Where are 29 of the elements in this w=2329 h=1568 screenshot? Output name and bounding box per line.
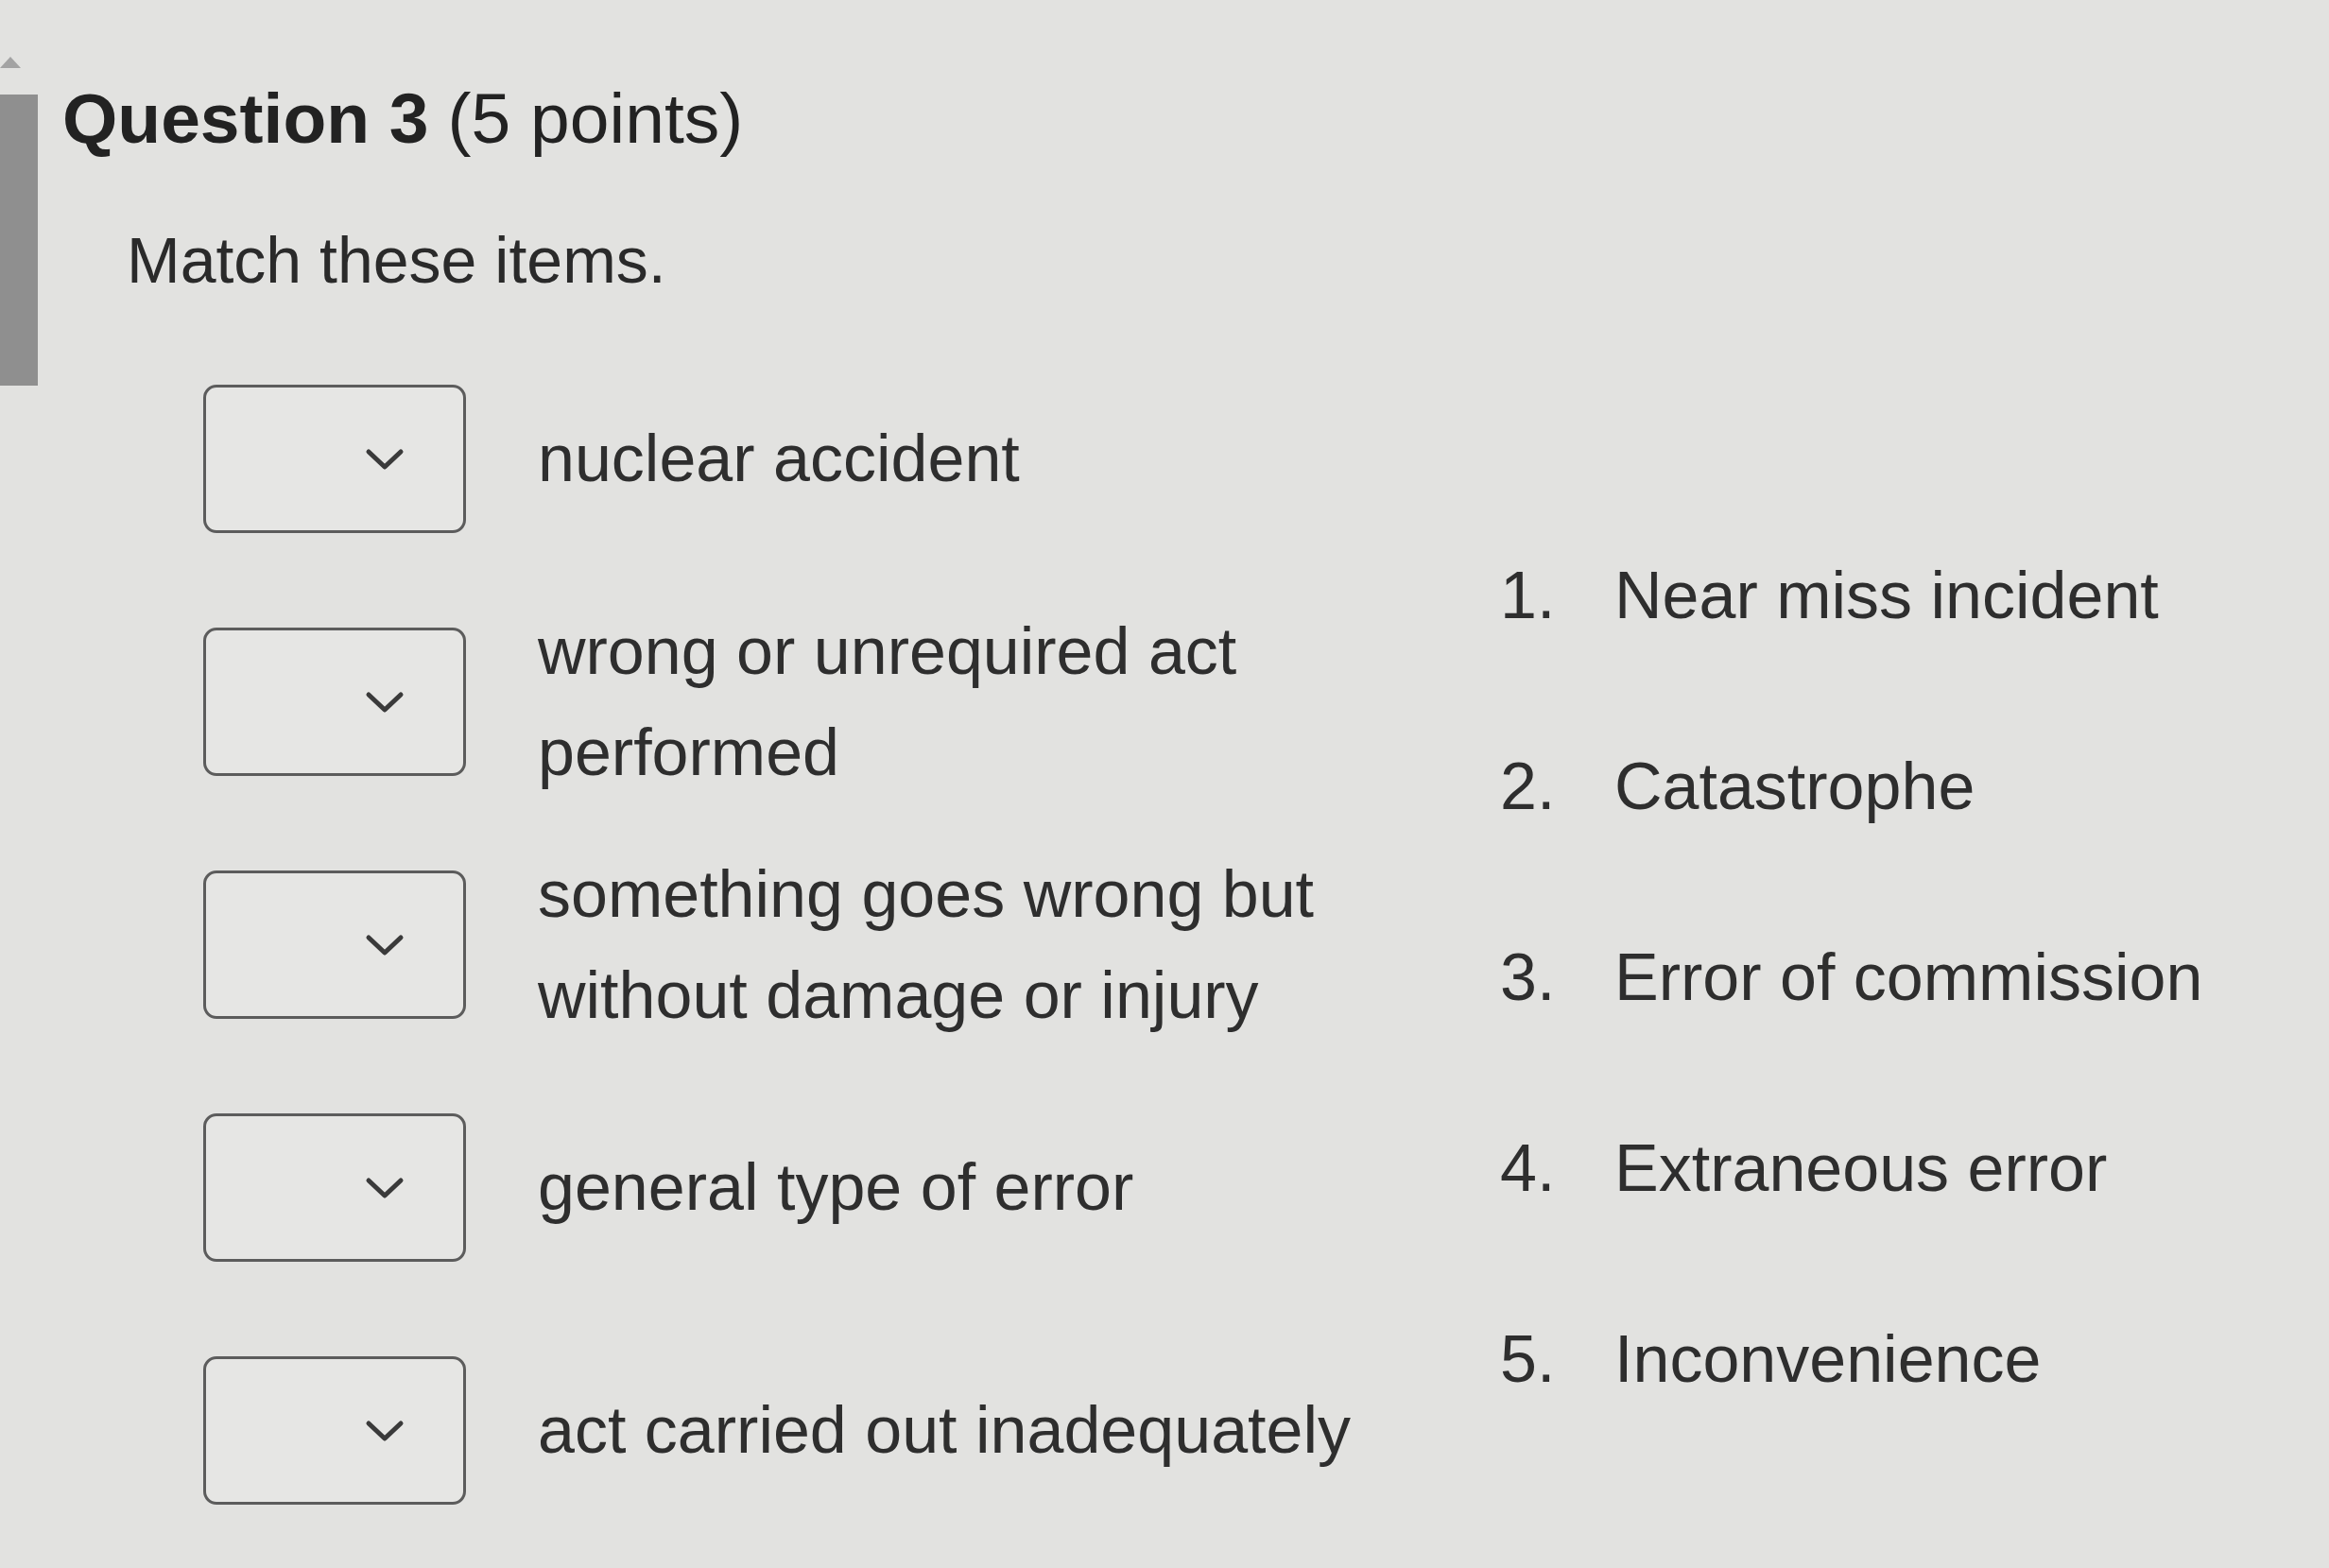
answer-option: Inconvenience <box>1614 1319 2042 1399</box>
answer-option: Error of commission <box>1614 938 2203 1017</box>
match-prompt: nuclear accident <box>538 421 1021 497</box>
chevron-down-icon <box>365 447 405 471</box>
question-title: Question 3 <box>62 78 429 160</box>
answer-number: 1. <box>1500 558 1557 634</box>
triangle-icon <box>0 57 21 68</box>
instruction-text: Match these items. <box>127 223 666 298</box>
answer-number: 3. <box>1500 939 1557 1016</box>
answer-dropdown[interactable] <box>203 1356 466 1505</box>
chevron-down-icon <box>365 933 405 956</box>
answer-option: Catastrophe <box>1614 747 1975 826</box>
answer-option: Near miss incident <box>1614 556 2159 635</box>
chevron-down-icon <box>365 690 405 714</box>
match-prompt: something goes wrong but without damage or injury <box>538 855 1316 1034</box>
answer-dropdown[interactable] <box>203 628 466 776</box>
answer-number: 5. <box>1500 1321 1557 1398</box>
chevron-down-icon <box>365 1419 405 1442</box>
answer-dropdown[interactable] <box>203 1113 466 1262</box>
match-prompt: act carried out inadequately <box>538 1392 1352 1469</box>
answer-dropdown[interactable] <box>203 870 466 1019</box>
match-prompt: general type of error <box>538 1149 1135 1226</box>
answer-number: 2. <box>1500 749 1557 825</box>
answer-option: Extraneous error <box>1614 1129 2108 1208</box>
match-prompt: wrong or unrequired act performed <box>538 612 1238 791</box>
answer-dropdown[interactable] <box>203 385 466 533</box>
answer-number: 4. <box>1500 1130 1557 1207</box>
points-label: (5 points) <box>447 78 744 160</box>
chevron-down-icon <box>365 1176 405 1199</box>
